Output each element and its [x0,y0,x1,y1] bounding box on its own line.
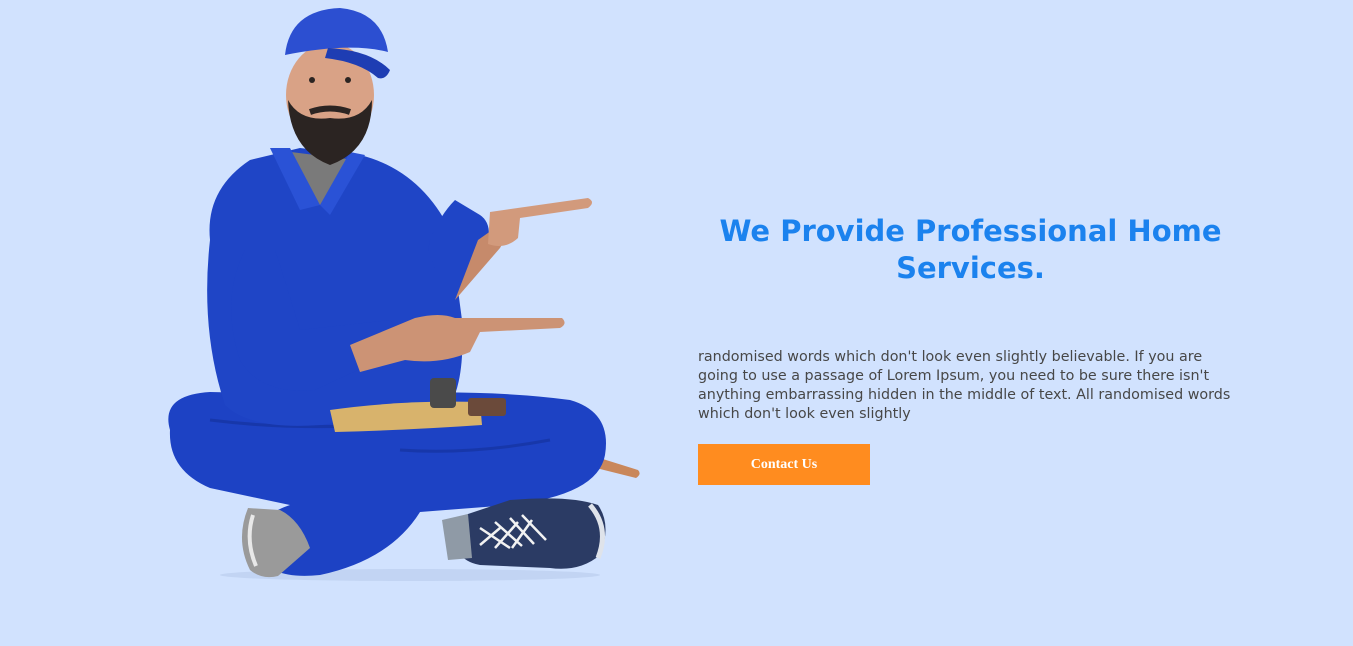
hero-title-container: We Provide Professional Home Services. [698,213,1243,287]
worker-illustration [168,8,640,581]
contact-us-button[interactable]: Contact Us [698,444,870,485]
hero-section: We Provide Professional Home Services. r… [0,0,1353,646]
hero-description: randomised words which don't look even s… [698,349,1231,422]
hero-title: We Provide Professional Home Services. [719,214,1222,285]
